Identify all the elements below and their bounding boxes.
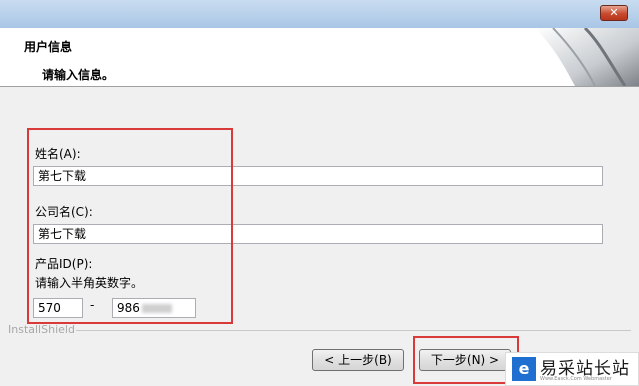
watermark-subtext: Www.Easck.Com Webmaster <box>540 376 612 382</box>
header-subtitle: 请输入信息。 <box>42 68 115 82</box>
company-field[interactable]: 第七下载 <box>33 224 603 244</box>
close-button[interactable]: ✕ <box>600 5 628 21</box>
page-curl-graphic <box>535 28 639 86</box>
back-button[interactable]: < 上一步(B) <box>312 349 404 371</box>
site-watermark: e 易采站长站 Www.Easck.Com Webmaster <box>505 352 639 386</box>
title-bar: ✕ <box>0 0 639 28</box>
installshield-brand: InstallShield <box>8 323 75 336</box>
product-id-part1-field[interactable]: 570 <box>33 298 83 318</box>
header-title: 用户信息 <box>24 40 73 54</box>
company-label: 公司名(C): <box>35 205 93 219</box>
next-button[interactable]: 下一步(N) > <box>419 349 511 371</box>
redaction-blur <box>141 304 172 313</box>
header-panel: 用户信息 请输入信息。 <box>0 28 639 87</box>
product-id-hint: 请输入半角英数字。 <box>35 276 144 290</box>
footer-divider <box>76 330 631 331</box>
site-logo-icon: e <box>512 357 536 381</box>
dialog-body: 姓名(A): 第七下载 公司名(C): 第七下载 产品ID(P): 请输入半角英… <box>0 87 639 386</box>
product-id-part2-value: 986 <box>117 301 140 315</box>
product-id-dash: - <box>90 298 95 312</box>
product-id-label: 产品ID(P): <box>35 257 93 271</box>
product-id-part2-field[interactable]: 986 <box>112 298 196 318</box>
name-field[interactable]: 第七下载 <box>33 166 603 186</box>
name-label: 姓名(A): <box>35 147 81 161</box>
